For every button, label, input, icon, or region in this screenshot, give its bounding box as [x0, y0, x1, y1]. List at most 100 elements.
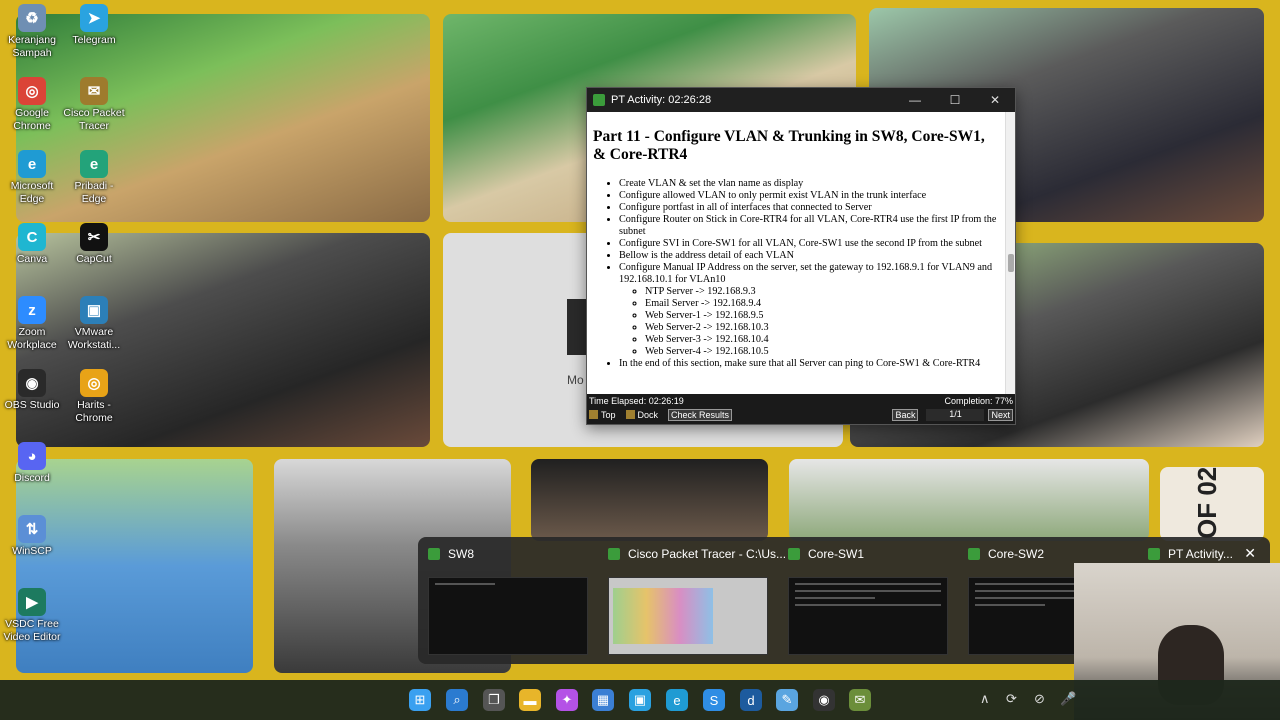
close-icon[interactable]: ✕	[975, 93, 1015, 107]
scrollbar-thumb[interactable]	[1008, 254, 1014, 272]
skype-icon[interactable]: S	[703, 689, 725, 711]
desktop-icon-capcut[interactable]: ✂ CapCut	[62, 223, 126, 266]
windows-start-icon[interactable]: ⊞	[409, 689, 431, 711]
list-item: Configure Router on Stick in Core-RTR4 f…	[619, 214, 1001, 238]
desktop-icon-label: CapCut	[76, 253, 112, 265]
top-checkbox[interactable]: Top	[589, 410, 616, 420]
wallpaper-vertical-text: OF 025	[1192, 467, 1222, 539]
packet-tracer-icon	[968, 548, 980, 560]
list-item-text: Configure Manual IP Address on the serve…	[619, 262, 993, 285]
back-button[interactable]: Back	[892, 409, 919, 421]
chrome-icon: ◎	[18, 77, 46, 105]
pt-activity-window[interactable]: PT Activity: 02:26:28 — ☐ ✕ Part 11 - Co…	[586, 87, 1016, 425]
obs-icon: ◉	[18, 369, 46, 397]
packet-tracer-taskbar-icon[interactable]: ✉	[849, 689, 871, 711]
close-icon[interactable]: ✕	[1244, 545, 1256, 562]
edge-profile-icon: e	[80, 150, 108, 178]
desktop-icon-telegram[interactable]: ➤ Telegram	[62, 4, 126, 47]
maximize-icon[interactable]: ☐	[935, 93, 975, 107]
search-icon[interactable]: ⌕	[446, 689, 468, 711]
sync-icon[interactable]: ⟳	[1006, 691, 1017, 707]
canva-icon: C	[18, 223, 46, 251]
list-item: Web Server-2 -> 192.168.10.3	[645, 322, 1001, 334]
desktop-icon-label: VSDC Free Video Editor	[3, 618, 61, 643]
server-address-list: NTP Server -> 192.168.9.3 Email Server -…	[619, 286, 1001, 358]
task-view-icon[interactable]: ❐	[483, 689, 505, 711]
packet-tracer-icon	[428, 548, 440, 560]
top-label: Top	[601, 410, 616, 420]
obs-taskbar-icon[interactable]: ◉	[813, 689, 835, 711]
desktop-icon-label: Pribadi - Edge	[74, 180, 114, 205]
desktop-icon-edge[interactable]: e Microsoft Edge	[0, 150, 64, 206]
list-item: Configure portfast in all of interfaces …	[619, 202, 1001, 214]
desktop-icon-label: Canva	[16, 253, 48, 265]
desktop-icon-label: WinSCP	[12, 545, 52, 557]
checkbox-icon	[589, 410, 598, 419]
checkbox-icon	[625, 410, 635, 419]
list-item: Configure Manual IP Address on the serve…	[619, 262, 1001, 358]
page-indicator: 1/1	[926, 409, 985, 421]
desktop-icon-edge-profile[interactable]: e Pribadi - Edge	[62, 150, 126, 206]
discord-icon: ◕	[18, 442, 46, 470]
microphone-icon[interactable]: 🎤	[1060, 691, 1076, 707]
desktop-icon-chrome[interactable]: ◎ Google Chrome	[0, 77, 64, 133]
store-icon[interactable]: ▦	[592, 689, 614, 711]
recycle-bin-icon: ♻	[18, 4, 46, 32]
camera-off-icon[interactable]: ⊘	[1034, 691, 1045, 707]
packet-tracer-icon	[608, 548, 620, 560]
list-item: NTP Server -> 192.168.9.3	[645, 286, 1001, 298]
capcut-icon: ✂	[80, 223, 108, 251]
vsdc-icon: ▶	[18, 588, 46, 616]
instructions-content: Part 11 - Configure VLAN & Trunking in S…	[587, 112, 1007, 396]
packet-tracer-icon	[1148, 548, 1160, 560]
check-results-button[interactable]: Check Results	[668, 409, 733, 421]
desktop-icon-obs[interactable]: ◉ OBS Studio	[0, 369, 64, 412]
desktop-icon-chrome-profile[interactable]: ◎ Harits - Chrome	[62, 369, 126, 425]
desktop-icon-vmware[interactable]: ▣ VMware Workstati...	[62, 296, 126, 352]
desktop-icon-vsdc[interactable]: ▶ VSDC Free Video Editor	[0, 588, 64, 644]
desktop-icon-label: Discord	[14, 472, 50, 484]
desktop-icon-label: Cisco Packet Tracer	[63, 107, 125, 132]
desktop-icon-packet-tracer[interactable]: ✉ Cisco Packet Tracer	[62, 77, 126, 133]
list-item: Configure SVI in Core-SW1 for all VLAN, …	[619, 238, 1001, 250]
desktop-icon-label: Google Chrome	[13, 107, 51, 132]
list-item: Bellow is the address detail of each VLA…	[619, 250, 1001, 262]
notepad-icon[interactable]: ✎	[776, 689, 798, 711]
thumbnail-preview	[428, 577, 588, 655]
instructions-list: Create VLAN & set the vlan name as displ…	[593, 178, 1001, 370]
desktop-icon-discord[interactable]: ◕ Discord	[0, 442, 64, 485]
pt-activity-title: PT Activity: 02:26:28	[611, 94, 712, 106]
desktop-icon-label: VMware Workstati...	[67, 326, 121, 351]
thumbnail-cisco-packet-tracer[interactable]: Cisco Packet Tracer - C:\Us...	[598, 537, 786, 664]
next-button[interactable]: Next	[988, 409, 1013, 421]
desktop-icon-winscp[interactable]: ⇅ WinSCP	[0, 515, 64, 558]
taskbar: ⊞ ⌕ ❐ ▬ ✦ ▦ ▣ e Sd ✎ ◉ ✉ ∧ ⟳ ⊘ 🎤	[0, 680, 1280, 720]
winscp-icon: ⇅	[18, 515, 46, 543]
app-dd-icon[interactable]: d	[740, 689, 762, 711]
telegram-icon: ➤	[80, 4, 108, 32]
desktop-icon-canva[interactable]: C Canva	[0, 223, 64, 266]
thumbnail-title: Core-SW1	[808, 547, 865, 561]
desktop-icon-zoom[interactable]: z Zoom Workplace	[0, 296, 64, 352]
list-item: Web Server-1 -> 192.168.9.5	[645, 310, 1001, 322]
desktop-icon-recycle-bin[interactable]: ♻ Keranjang Sampah	[0, 4, 64, 60]
completion-percent: Completion: 77%	[944, 396, 1013, 406]
thumbnail-core-sw1[interactable]: Core-SW1	[778, 537, 958, 664]
desktop-icon-label: Harits - Chrome	[75, 399, 113, 424]
chevron-up-icon[interactable]: ∧	[980, 691, 990, 707]
pt-activity-titlebar[interactable]: PT Activity: 02:26:28 — ☐ ✕	[587, 88, 1015, 112]
instructions-scrollbar[interactable]	[1005, 112, 1015, 396]
file-explorer-icon[interactable]: ▬	[519, 689, 541, 711]
list-item: In the end of this section, make sure th…	[619, 358, 1001, 370]
dock-checkbox[interactable]: Dock	[625, 410, 658, 420]
capcut-taskbar-icon[interactable]: ▣	[629, 689, 651, 711]
edge-taskbar-icon[interactable]: e	[666, 689, 688, 711]
list-item: Web Server-3 -> 192.168.10.4	[645, 334, 1001, 346]
time-elapsed: Time Elapsed: 02:26:19	[589, 396, 684, 406]
copilot-icon[interactable]: ✦	[556, 689, 578, 711]
minimize-icon[interactable]: —	[895, 93, 935, 107]
desktop-icon-label: Microsoft Edge	[10, 180, 54, 205]
wallpaper-photo-11: OF 025	[1160, 467, 1264, 541]
thumbnail-sw8[interactable]: SW8	[418, 537, 598, 664]
thumbnail-title: Cisco Packet Tracer - C:\Us...	[628, 547, 787, 561]
